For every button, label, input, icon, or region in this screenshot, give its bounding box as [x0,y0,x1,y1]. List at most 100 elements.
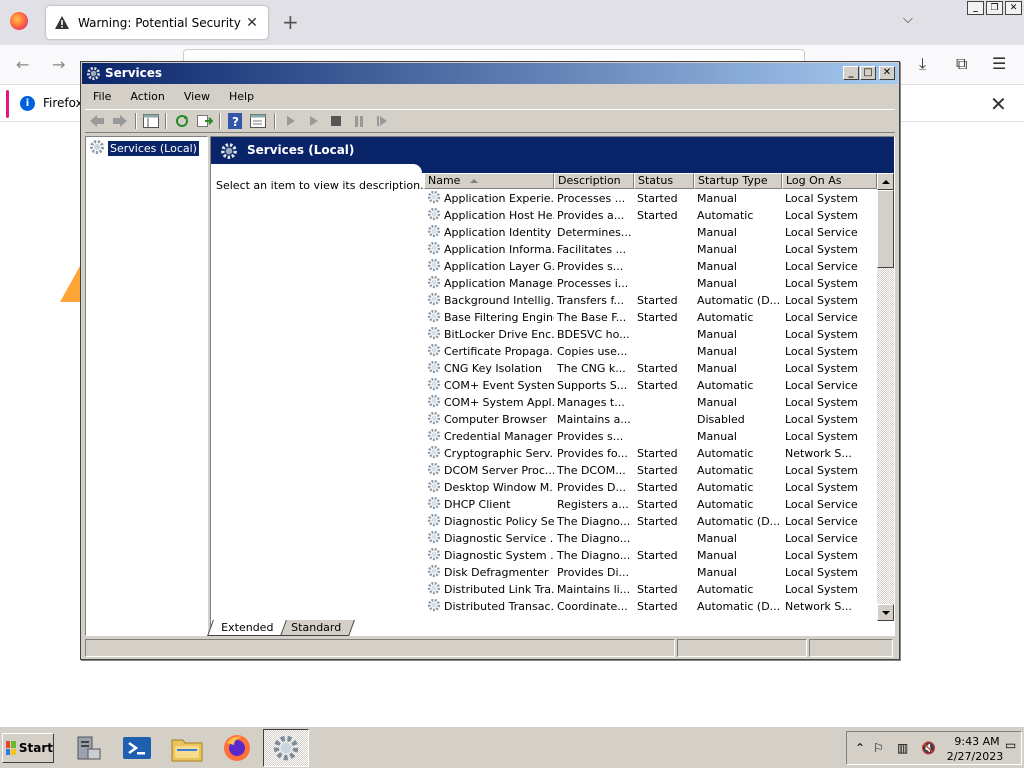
column-header-status[interactable]: Status [634,173,694,189]
properties-icon[interactable] [248,112,268,130]
clock-date[interactable]: 2/27/2023 [945,750,1005,763]
show-desktop-icon[interactable]: ▭ [1005,738,1016,752]
table-row[interactable]: Background Intellig... Transfers f... Star… [424,292,877,309]
table-row[interactable]: COM+ Event System Supports S... Started Aut… [424,377,877,394]
restart-service-icon[interactable] [372,112,392,130]
table-row[interactable]: Diagnostic Policy Se... The Diagno... Star… [424,513,877,530]
column-header-startup-type[interactable]: Startup Type [694,173,782,189]
maximize-icon[interactable]: □ [860,66,876,80]
tab-close-icon[interactable]: ✕ [244,15,260,31]
menu-action[interactable]: Action [119,90,172,103]
cell-name: Disk Defragmenter [424,564,554,581]
scroll-down-button[interactable] [877,604,894,621]
stop-service-icon[interactable] [326,112,346,130]
volume-muted-icon[interactable]: 🔇 [921,741,936,755]
firefox-taskbar-icon[interactable] [214,729,260,767]
extensions-icon[interactable]: ⧉ [956,54,967,74]
table-row[interactable]: Distributed Link Tra... Maintains li... St… [424,581,877,598]
column-header-log-on-as[interactable]: Log On As [782,173,877,189]
clock-time[interactable]: 9:43 AM [951,735,1003,748]
table-row[interactable]: Cryptographic Serv... Provides fo... Start… [424,445,877,462]
download-icon[interactable]: ⤓ [919,54,926,74]
minimize-icon[interactable]: _ [967,1,984,15]
window-titlebar[interactable]: Services _ □ ✕ [82,63,898,84]
cell-description: BDESVC ho... [557,328,630,341]
menu-help[interactable]: Help [218,90,262,103]
file-explorer-icon[interactable] [164,729,210,767]
table-row[interactable]: Application Layer G... Provides s... Manua… [424,258,877,275]
new-tab-icon[interactable]: + [282,10,299,34]
show-hidden-icons-icon[interactable]: ⌃ [855,741,865,755]
table-row[interactable]: Application Identity Determines... Manual L… [424,224,877,241]
browser-tab[interactable]: Warning: Potential Security Risk Ah ✕ [46,6,268,39]
table-row[interactable]: Computer Browser Maintains a... Disabled Lo… [424,411,877,428]
table-row[interactable]: Desktop Window M... Provides D... Started A… [424,479,877,496]
minimize-icon[interactable]: _ [843,66,859,80]
start-service-alt-icon[interactable] [304,112,324,130]
scroll-up-button[interactable] [877,173,894,190]
pause-service-icon[interactable] [349,112,369,130]
back-icon[interactable]: ← [16,55,29,74]
menu-view[interactable]: View [173,90,218,103]
restore-icon[interactable]: ❐ [986,1,1003,15]
table-row[interactable]: Distributed Transac... Coordinate... Start… [424,598,877,615]
close-icon[interactable]: ✕ [1005,1,1022,15]
table-row[interactable]: Credential Manager Provides s... Manual Loc… [424,428,877,445]
export-list-icon[interactable] [195,112,215,130]
cell-description: Facilitates ... [557,243,627,256]
column-header-description[interactable]: Description [554,173,634,189]
status-pane-main [85,639,675,657]
menu-file[interactable]: File [82,90,119,103]
cell-startup-type: Manual [697,396,737,409]
cell-description: Processes i... [557,277,629,290]
table-row[interactable]: Application Experie... Processes ... Start… [424,190,877,207]
tab-standard[interactable]: Standard [277,620,356,636]
table-row[interactable]: Disk Defragmenter Provides Di... Manual Loc… [424,564,877,581]
action-center-flag-icon[interactable]: ⚐ [873,741,884,755]
table-row[interactable]: DHCP Client Registers a... Started Automati… [424,496,877,513]
cell-startup-type: Manual [697,260,737,273]
firefox-logo-icon[interactable] [10,12,28,30]
table-row[interactable]: Certificate Propaga... Copies use... Manua… [424,343,877,360]
column-header-name[interactable]: Name [424,173,554,189]
service-name: Application Manage... [444,277,554,290]
table-row[interactable]: CNG Key Isolation The CNG k... Started Manu… [424,360,877,377]
powershell-icon[interactable] [114,729,160,767]
start-service-icon[interactable] [281,112,301,130]
tab-extended[interactable]: Extended [207,620,288,636]
cell-log-on-as: Local System [785,413,859,426]
service-gear-icon [427,309,441,326]
table-row[interactable]: Diagnostic Service ... The Diagno... Manua… [424,530,877,547]
scroll-thumb[interactable] [877,190,894,268]
table-row[interactable]: DCOM Server Proc... The DCOM... Started Aut… [424,462,877,479]
table-row[interactable]: Application Host He... Provides a... Start… [424,207,877,224]
refresh-icon[interactable] [172,112,192,130]
service-gear-icon [427,428,441,445]
vertical-scrollbar[interactable] [877,173,894,621]
window-controls: _ □ ✕ [843,66,895,80]
tree-item-services-local[interactable]: Services (Local) [89,139,199,158]
services-taskbar-button[interactable] [263,729,309,767]
show-hide-console-tree-icon[interactable] [141,112,161,130]
service-name: Cryptographic Serv... [444,447,554,460]
back-icon[interactable] [87,112,107,130]
forward-icon[interactable] [110,112,130,130]
table-row[interactable]: Application Manage... Processes i... Manua… [424,275,877,292]
forward-icon[interactable]: → [52,55,65,74]
list-all-tabs-icon[interactable]: ⌵ [903,12,913,27]
help-icon[interactable]: ? [225,112,245,130]
services-gear-icon [86,66,101,84]
table-row[interactable]: Application Informa... Facilitates ... Man… [424,241,877,258]
close-icon[interactable]: ✕ [879,66,895,80]
network-icon[interactable]: ▥ [897,741,908,755]
table-row[interactable]: BitLocker Drive Enc... BDESVC ho... Manual… [424,326,877,343]
cell-description: Copies use... [557,345,628,358]
service-name: Desktop Window M... [444,481,554,494]
menu-icon[interactable]: ☰ [992,54,1006,73]
notification-close-icon[interactable]: ✕ [990,92,1007,116]
table-row[interactable]: COM+ System Appl... Manages t... Manual Loc… [424,394,877,411]
table-row[interactable]: Base Filtering Engine The Base F... Starte… [424,309,877,326]
start-button[interactable]: Start [2,733,54,763]
table-row[interactable]: Diagnostic System ... The Diagno... Starte… [424,547,877,564]
server-manager-icon[interactable] [64,729,110,767]
